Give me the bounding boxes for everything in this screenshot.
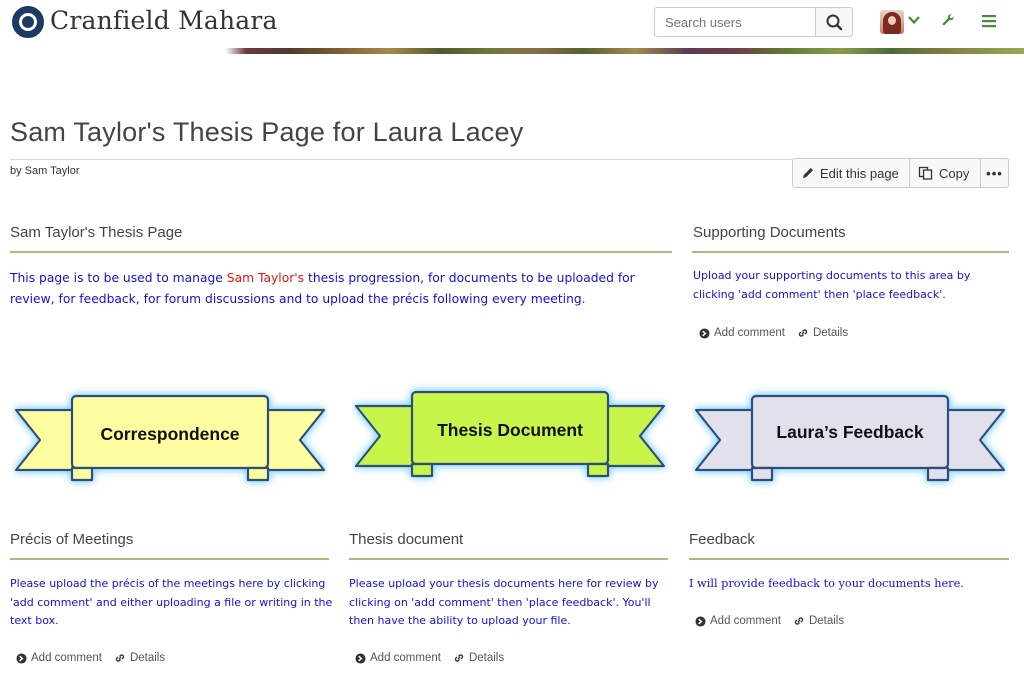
intro-block-title: Sam Taylor's Thesis Page <box>10 224 183 241</box>
feedback-block-divider <box>689 558 1009 560</box>
thesis-block-text: Please upload your thesis documents here… <box>349 577 659 627</box>
page-title: Sam Taylor's Thesis Page for Laura Lacey <box>10 117 524 147</box>
add-comment-label: Add comment <box>370 652 441 664</box>
add-comment-label: Add comment <box>710 615 781 627</box>
precis-block-actions: Add comment Details <box>16 652 177 664</box>
add-comment-link[interactable]: Add comment <box>695 615 781 627</box>
details-label: Details <box>808 615 845 627</box>
supporting-docs-text: Upload your supporting documents to this… <box>693 269 971 301</box>
more-options-button[interactable]: ••• <box>980 158 1009 188</box>
feedback-block-actions: Add comment Details <box>695 615 856 627</box>
arrow-circle-right-icon <box>355 652 366 664</box>
menu-icon[interactable] <box>980 12 998 30</box>
correspondence-banner-image: Correspondence <box>12 384 328 494</box>
correspondence-banner-label: Correspondence <box>100 424 240 444</box>
details-label: Details <box>129 652 166 664</box>
wrench-icon[interactable] <box>940 12 956 28</box>
thesis-block-title: Thesis document <box>349 531 464 548</box>
supporting-docs-actions: Add comment Details <box>699 327 860 339</box>
link-icon <box>454 654 464 662</box>
add-comment-link[interactable]: Add comment <box>16 652 102 664</box>
header-decorative-strip <box>0 48 1024 54</box>
precis-block-text: Please upload the précis of the meetings… <box>10 577 333 627</box>
details-label: Details <box>468 652 505 664</box>
add-comment-link[interactable]: Add comment <box>355 652 441 664</box>
search-icon <box>826 14 843 31</box>
chevron-down-icon[interactable] <box>907 13 921 27</box>
thesis-block-actions: Add comment Details <box>355 652 516 664</box>
pencil-icon <box>803 168 813 178</box>
details-link[interactable]: Details <box>793 615 844 627</box>
thesis-block-divider <box>349 558 668 560</box>
feedback-block-text: I will provide feedback to your document… <box>689 577 964 590</box>
copy-page-button[interactable]: Copy <box>909 158 981 188</box>
details-link[interactable]: Details <box>797 327 848 339</box>
link-icon <box>794 617 804 625</box>
link-icon <box>798 329 808 337</box>
user-avatar[interactable] <box>880 10 904 34</box>
intro-text-name: Sam Taylor's <box>226 271 305 285</box>
details-link[interactable]: Details <box>114 652 165 664</box>
precis-block-divider <box>10 558 329 560</box>
add-comment-label: Add comment <box>31 652 102 664</box>
details-link[interactable]: Details <box>453 652 504 664</box>
link-icon <box>115 654 125 662</box>
intro-block-divider <box>10 251 672 253</box>
supporting-docs-divider <box>692 251 1009 253</box>
add-comment-link[interactable]: Add comment <box>699 327 785 339</box>
thesis-document-banner-label: Thesis Document <box>437 420 583 440</box>
edit-page-button[interactable]: Edit this page <box>792 158 910 188</box>
site-header: Cranfield Mahara <box>0 0 1024 48</box>
search-button[interactable] <box>815 7 853 37</box>
precis-block-title: Précis of Meetings <box>10 531 134 548</box>
cranfield-logo-icon[interactable] <box>12 6 44 38</box>
feedback-block-title: Feedback <box>689 531 755 548</box>
page-byline: by Sam Taylor <box>10 165 80 177</box>
edit-page-label: Edit this page <box>820 165 899 181</box>
supporting-docs-title: Supporting Documents <box>693 224 846 241</box>
add-comment-label: Add comment <box>714 327 785 339</box>
lauras-feedback-banner-label: Laura’s Feedback <box>776 422 924 442</box>
details-label: Details <box>812 327 849 339</box>
copy-icon <box>918 166 933 180</box>
site-title[interactable]: Cranfield Mahara <box>50 6 278 35</box>
search-users-input[interactable] <box>654 7 816 37</box>
intro-text-before: This page is to be used to manage <box>10 271 227 285</box>
arrow-circle-right-icon <box>699 327 710 339</box>
copy-page-label: Copy <box>939 165 970 181</box>
thesis-document-banner-image: Thesis Document <box>352 380 668 490</box>
more-options-label: ••• <box>986 165 1003 181</box>
intro-block-text: This page is to be used to manage Sam Ta… <box>10 268 674 310</box>
lauras-feedback-banner-image: Laura’s Feedback <box>692 384 1008 494</box>
arrow-circle-right-icon <box>695 615 706 627</box>
arrow-circle-right-icon <box>16 652 27 664</box>
